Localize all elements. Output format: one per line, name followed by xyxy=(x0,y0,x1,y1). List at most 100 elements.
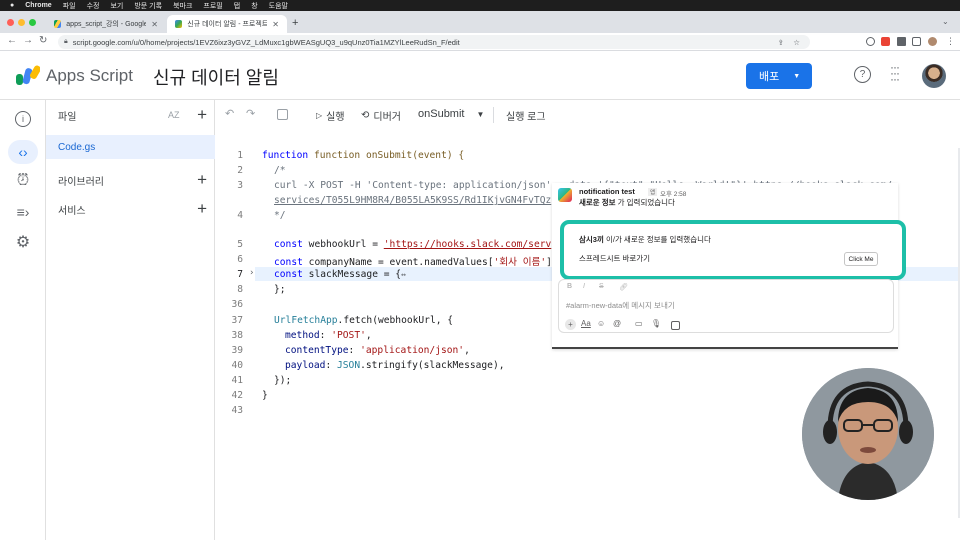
profile-avatar-icon[interactable] xyxy=(928,37,937,46)
menu-file[interactable]: 파일 xyxy=(63,1,76,11)
code-line: contentType: 'application/json', xyxy=(285,345,470,356)
code-line: method: 'POST', xyxy=(285,330,372,341)
fold-chevron-icon[interactable]: › xyxy=(249,268,254,278)
italic-icon[interactable]: I xyxy=(583,283,585,290)
apps-grid-icon[interactable]: ··· ··· ··· xyxy=(890,61,900,85)
menu-view[interactable]: 보기 xyxy=(110,1,123,11)
new-tab-plus-icon[interactable]: + xyxy=(292,17,298,29)
play-icon: ▷ xyxy=(316,111,323,120)
menu-window[interactable]: 창 xyxy=(251,1,257,11)
strike-icon[interactable]: S xyxy=(599,283,604,290)
menu-app-name[interactable]: Chrome xyxy=(25,2,51,9)
menu-bookmarks[interactable]: 북마크 xyxy=(173,1,192,11)
menu-edit[interactable]: 수정 xyxy=(87,1,100,11)
code-line: }); xyxy=(274,375,292,386)
files-label: 파일 xyxy=(58,111,77,123)
log-label: 실행 로그 xyxy=(506,112,546,123)
left-nav-rail: i ‹› ⏰︎ ≡› ⚙ xyxy=(0,100,46,540)
execution-log-button[interactable]: 실행 로그 xyxy=(506,108,546,123)
emoji-icon[interactable]: ☺ xyxy=(597,319,605,328)
back-arrow-icon[interactable]: ← xyxy=(7,35,17,46)
run-button[interactable]: ▷ 실행 xyxy=(316,108,345,123)
file-item-code-gs[interactable]: Code.gs xyxy=(46,135,215,159)
info-icon[interactable]: i xyxy=(15,111,31,127)
close-icon[interactable]: ✕ xyxy=(151,20,158,29)
window-minimize-button[interactable] xyxy=(18,19,25,26)
add-service-plus-icon[interactable]: + xyxy=(197,199,207,219)
share-icon[interactable]: ⇪ xyxy=(778,38,784,47)
function-select[interactable]: onSubmit ▼ xyxy=(418,108,484,120)
deploy-button[interactable]: 배포 ▼ xyxy=(746,63,812,89)
slack-highlighted-card: 삼시3끼 이/가 새로운 정보를 입력했습니다 스프레드시트 바로가기 Clic… xyxy=(560,220,906,280)
apple-icon[interactable]: ● xyxy=(10,2,14,9)
mac-menubar: ● Chrome 파일 수정 보기 방문 기록 북마크 프로필 탭 창 도움말 xyxy=(0,0,960,11)
reload-icon[interactable]: ↻ xyxy=(39,35,47,46)
bold-icon[interactable]: B xyxy=(567,283,572,290)
line-number: 1 xyxy=(237,150,243,161)
spreadsheet-link[interactable]: 스프레드시트 바로가기 xyxy=(579,253,650,264)
menu-help[interactable]: 도움말 xyxy=(269,1,288,11)
side-panel-icon[interactable] xyxy=(912,37,921,46)
undo-icon[interactable]: ↶ xyxy=(225,107,234,120)
presenter-face-image xyxy=(802,368,934,500)
compose-placeholder: #alarm-new-data에 메시지 보내기 xyxy=(566,301,675,310)
menu-profiles[interactable]: 프로필 xyxy=(203,1,222,11)
attach-plus-icon[interactable]: + xyxy=(565,319,576,330)
triggers-alarm-icon[interactable]: ⏰︎ xyxy=(12,170,34,192)
line-number: 43 xyxy=(231,405,243,416)
shortcut-icon[interactable] xyxy=(671,321,680,330)
format-text-icon[interactable]: Aa xyxy=(581,319,591,328)
product-name: Apps Script xyxy=(46,66,133,85)
extensions-puzzle-icon[interactable] xyxy=(897,37,906,46)
settings-gear-icon[interactable]: ⚙ xyxy=(12,231,34,253)
tab-google-drive[interactable]: apps_script_강의 - Google Drive ✕ xyxy=(46,15,166,33)
dropdown-triangle-icon: ▼ xyxy=(793,72,801,80)
kebab-menu-icon[interactable]: ⋮ xyxy=(946,36,955,47)
code-line: UrlFetchApp.fetch(webhookUrl, { xyxy=(274,315,454,326)
tab-search-chevron-icon[interactable]: ⌄ xyxy=(942,17,949,26)
slack-sender-name[interactable]: notification test xyxy=(579,187,635,196)
video-icon[interactable]: ▭ xyxy=(635,319,643,328)
services-label: 서비스 xyxy=(58,205,86,217)
click-me-button[interactable]: Click Me xyxy=(844,252,878,266)
executions-list-icon[interactable]: ≡› xyxy=(12,201,34,223)
line-number: 4 xyxy=(237,210,243,221)
add-file-plus-icon[interactable]: + xyxy=(197,105,207,125)
url-bar[interactable]: 🔒︎ script.google.com/u/0/home/projects/1… xyxy=(58,35,810,49)
close-icon[interactable]: ✕ xyxy=(272,20,279,29)
menu-history[interactable]: 방문 기록 xyxy=(134,1,162,11)
user-avatar[interactable] xyxy=(922,64,946,88)
line-number: 2 xyxy=(237,165,243,176)
lock-icon: 🔒︎ xyxy=(64,38,68,45)
line-number: 42 xyxy=(231,390,243,401)
menu-tab[interactable]: 탭 xyxy=(234,1,240,11)
add-library-plus-icon[interactable]: + xyxy=(197,170,207,190)
link-icon[interactable]: 🔗︎ xyxy=(619,283,628,291)
line-number: 37 xyxy=(231,315,243,326)
editor-code-icon[interactable]: ‹› xyxy=(8,140,38,164)
project-title[interactable]: 신규 데이터 알림 xyxy=(153,64,279,90)
dropdown-triangle-icon: ▼ xyxy=(476,109,485,119)
mention-icon[interactable]: @ xyxy=(613,319,621,328)
sort-az-icon[interactable]: AZ xyxy=(168,110,180,120)
code-line: const companyName = event.namedValues['회… xyxy=(274,257,552,268)
code-line: function function onSubmit(event) { xyxy=(262,150,465,161)
forward-arrow-icon[interactable]: → xyxy=(23,35,33,46)
extension-circle-icon[interactable] xyxy=(866,37,875,46)
help-icon[interactable]: ? xyxy=(854,66,871,83)
save-icon[interactable] xyxy=(277,109,288,120)
debug-button[interactable]: ⟲ 디버거 xyxy=(361,108,401,123)
slack-message-overlay: notification test 앱 오후 2:58 새로운 정보 가 입력되… xyxy=(552,183,906,349)
microphone-icon[interactable]: 🎙︎ xyxy=(651,319,661,328)
extension-red-icon[interactable] xyxy=(881,37,890,46)
apps-script-logo-icon xyxy=(16,65,40,85)
slack-compose-box[interactable]: B I S 🔗︎ #alarm-new-data에 메시지 보내기 + Aa ☺… xyxy=(558,279,894,333)
tab-apps-script[interactable]: 신규 데이터 알림 - 프로젝트 편집기 ✕ xyxy=(167,15,287,33)
line-number: 41 xyxy=(231,375,243,386)
run-label: 실행 xyxy=(326,112,345,123)
tab-title: apps_script_강의 - Google Drive xyxy=(66,21,147,28)
redo-icon[interactable]: ↷ xyxy=(246,107,255,120)
window-close-button[interactable] xyxy=(7,19,14,26)
bookmark-star-icon[interactable]: ☆ xyxy=(793,38,800,47)
window-zoom-button[interactable] xyxy=(29,19,36,26)
